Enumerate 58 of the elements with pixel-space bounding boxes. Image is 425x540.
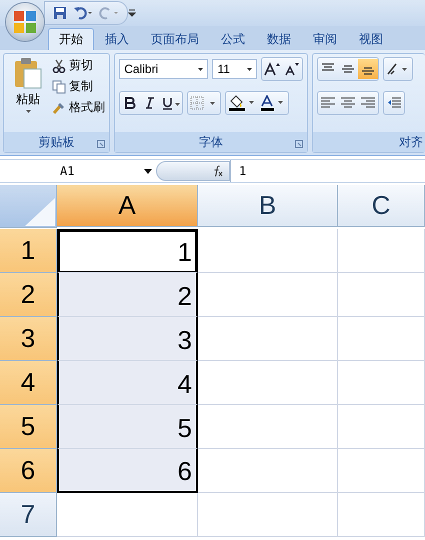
group-label: 对齐 xyxy=(399,134,423,150)
group-label: 剪贴板 xyxy=(38,134,75,150)
cut-button[interactable]: 剪切 xyxy=(52,57,105,74)
clipboard-icon xyxy=(13,57,43,89)
grow-font-icon xyxy=(264,62,280,76)
ribbon-tab[interactable]: 数据 xyxy=(256,28,302,50)
dialog-launcher-icon xyxy=(97,140,106,148)
table-cell: 5 xyxy=(57,405,198,449)
row-header[interactable]: 3 xyxy=(0,317,57,361)
dropdown-arrow-icon xyxy=(26,110,30,113)
format-painter-button[interactable]: 格式刷 xyxy=(52,99,105,116)
column-header[interactable]: A xyxy=(57,185,198,227)
ribbon-tab[interactable]: 页面布局 xyxy=(140,28,210,50)
table-cell: 1 xyxy=(57,229,198,273)
table-cell: 4 xyxy=(57,361,198,405)
indent-icon xyxy=(387,96,402,110)
dropdown-arrow-icon xyxy=(247,68,252,70)
dropdown-arrow-icon xyxy=(198,68,204,70)
row-header[interactable]: 4 xyxy=(0,361,57,405)
align-center-icon xyxy=(340,96,356,110)
group-label: 字体 xyxy=(199,134,224,150)
copy-icon xyxy=(52,80,66,94)
paste-button[interactable]: 粘贴 xyxy=(8,57,48,129)
row-header[interactable]: 1 xyxy=(0,229,57,273)
ribbon-tab[interactable]: 视图 xyxy=(348,28,394,50)
row-header[interactable]: 5 xyxy=(0,405,57,449)
shrink-font-icon xyxy=(285,62,300,76)
table-cell: 2 xyxy=(57,273,198,317)
table-cell: 3 xyxy=(57,317,198,361)
copy-button[interactable]: 复制 xyxy=(52,78,105,95)
customize-toolbar-icon xyxy=(128,9,136,17)
scissors-icon xyxy=(52,58,66,72)
redo-icon xyxy=(99,6,119,20)
ribbon-tab[interactable]: 审阅 xyxy=(302,28,348,50)
dialog-launcher-icon xyxy=(295,140,304,148)
office-button[interactable] xyxy=(6,3,44,41)
dropdown-arrow-icon xyxy=(144,168,152,174)
italic-icon xyxy=(145,97,156,109)
office-logo-icon xyxy=(13,10,37,34)
align-left-icon xyxy=(320,96,336,110)
row-header[interactable]: 2 xyxy=(0,273,57,317)
table-cell: 6 xyxy=(57,449,198,493)
paint-bucket-icon xyxy=(228,95,256,111)
row-header[interactable]: 7 xyxy=(0,493,57,537)
vertical-align-button[interactable] xyxy=(358,59,378,79)
save-icon xyxy=(53,6,67,20)
undo-icon xyxy=(73,6,93,20)
font-name-field[interactable]: Calibri xyxy=(119,59,208,79)
ribbon-tab[interactable]: 开始 xyxy=(48,28,94,50)
align-right-icon xyxy=(360,96,376,110)
column-header[interactable]: C xyxy=(338,185,425,227)
font-size-field[interactable]: 11 xyxy=(212,59,258,79)
ribbon-tab[interactable]: 插入 xyxy=(94,28,140,50)
underline-icon xyxy=(162,96,180,110)
row-header[interactable]: 6 xyxy=(0,449,57,493)
ribbon-tab[interactable]: 公式 xyxy=(210,28,256,50)
bold-icon xyxy=(124,97,136,109)
column-header[interactable]: B xyxy=(198,185,338,227)
